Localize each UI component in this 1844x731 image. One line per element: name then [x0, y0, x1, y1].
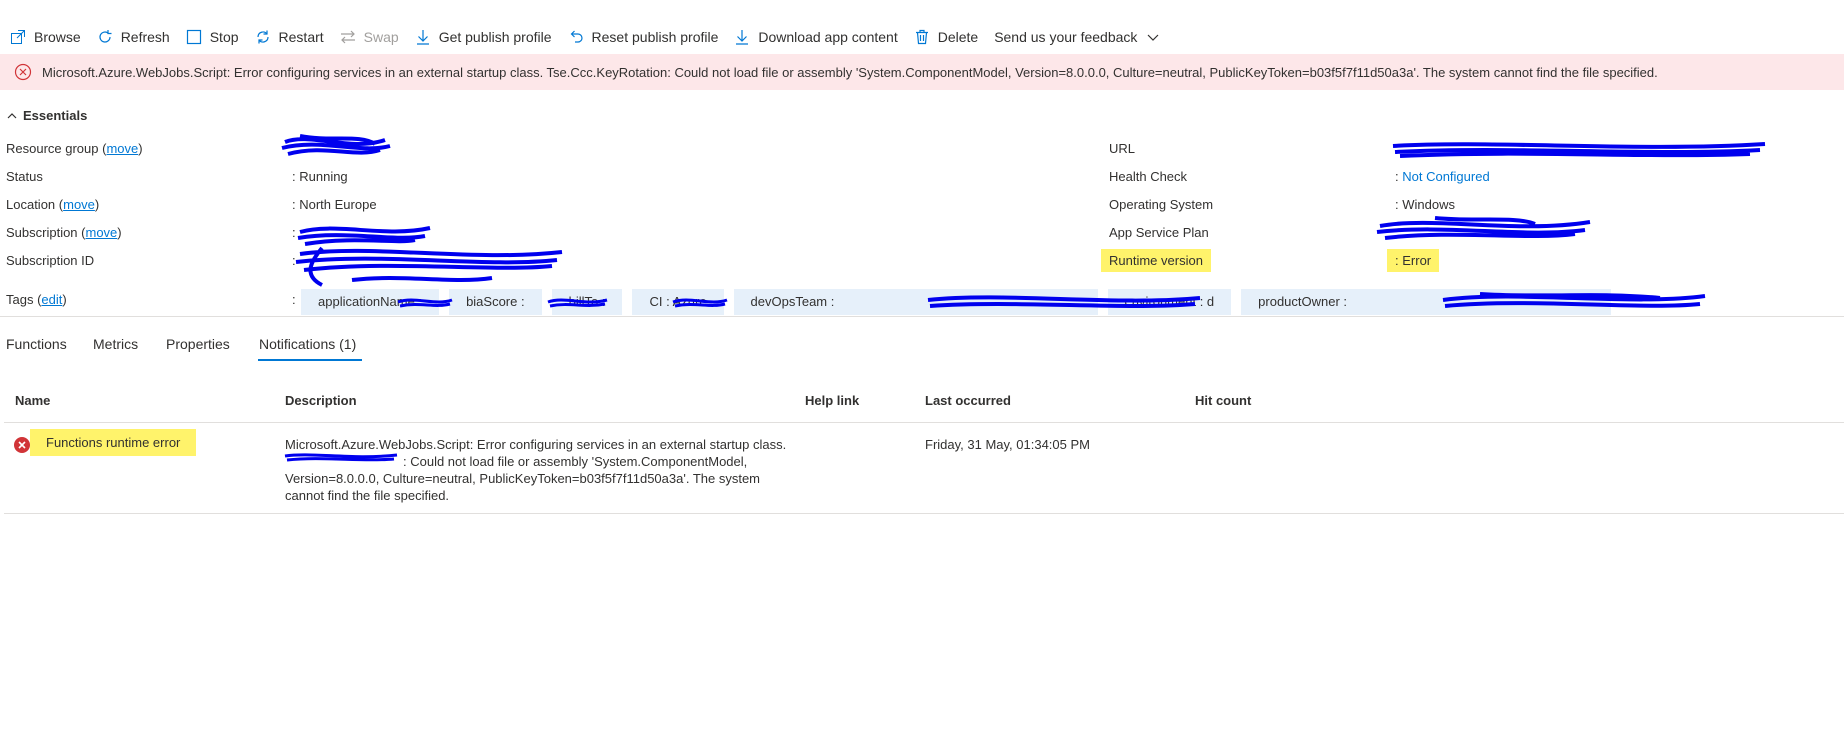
- resource-group-label-text: Resource group: [6, 141, 99, 156]
- status-value-text: Running: [299, 169, 348, 184]
- essentials-divider: [0, 316, 1844, 317]
- chevron-up-icon: [7, 112, 17, 118]
- get-publish-profile-button[interactable]: Get publish profile: [415, 29, 552, 45]
- download-app-content-button[interactable]: Download app content: [734, 29, 898, 45]
- stop-button[interactable]: Stop: [186, 29, 239, 45]
- description-line-2: : Could not load file or assembly 'Syste…: [403, 454, 748, 469]
- col-header-description[interactable]: Description: [285, 393, 357, 408]
- tag-bia-score: biaScore :: [449, 289, 542, 315]
- tags-label: Tags (edit): [6, 292, 67, 307]
- tab-notifications[interactable]: Notifications (1): [259, 336, 356, 352]
- error-banner: Microsoft.Azure.WebJobs.Script: Error co…: [0, 54, 1844, 90]
- swap-label: Swap: [363, 29, 399, 45]
- status-value: : Running: [292, 169, 348, 184]
- resource-group-label: Resource group (move): [6, 141, 143, 156]
- tab-metrics[interactable]: Metrics: [93, 336, 138, 352]
- table-row-divider: [4, 513, 1844, 514]
- trash-icon: [915, 29, 928, 45]
- error-status-icon: [14, 437, 30, 453]
- health-check-label: Health Check: [1109, 169, 1188, 184]
- get-publish-profile-label: Get publish profile: [438, 29, 552, 45]
- active-tab-indicator: [258, 359, 362, 361]
- tags-label-text: Tags: [6, 292, 34, 307]
- table-row[interactable]: [4, 423, 1844, 513]
- operating-system-label: Operating System: [1109, 197, 1214, 212]
- chevron-down-icon: [1147, 34, 1159, 41]
- col-header-last-occurred[interactable]: Last occurred: [925, 393, 1011, 408]
- health-check-link[interactable]: Not Configured: [1402, 169, 1489, 184]
- runtime-version-label: Runtime version: [1101, 249, 1211, 272]
- tab-properties[interactable]: Properties: [166, 336, 230, 352]
- status-label: Status: [6, 169, 43, 184]
- redaction-scribble: [1376, 216, 1591, 240]
- subscription-move-link[interactable]: move: [86, 225, 118, 240]
- swap-icon: [340, 30, 355, 44]
- redaction-scribble: [547, 298, 608, 308]
- browse-label: Browse: [34, 29, 81, 45]
- notification-description: Microsoft.Azure.WebJobs.Script: Error co…: [285, 436, 805, 504]
- refresh-label: Refresh: [120, 29, 170, 45]
- refresh-button[interactable]: Refresh: [97, 29, 170, 45]
- description-line-4: cannot find the file specified.: [285, 488, 450, 503]
- redaction-scribble: [1442, 292, 1706, 308]
- undo-icon: [570, 30, 583, 43]
- location-value: : North Europe: [292, 197, 377, 212]
- redaction-scribble: [1392, 142, 1766, 158]
- location-label: Location (move): [6, 197, 100, 212]
- tab-functions[interactable]: Functions: [6, 336, 67, 352]
- tags-edit-link[interactable]: edit: [41, 292, 62, 307]
- redaction-scribble: [295, 246, 563, 287]
- location-value-text: North Europe: [299, 197, 377, 212]
- redaction-scribble: [672, 298, 728, 308]
- restart-icon: [256, 30, 269, 44]
- notification-last-occurred: Friday, 31 May, 01:34:05 PM: [925, 437, 1090, 452]
- error-banner-message: Microsoft.Azure.WebJobs.Script: Error co…: [42, 64, 1658, 80]
- browse-icon: [11, 30, 25, 44]
- operating-system-value-text: Windows: [1402, 197, 1455, 212]
- essentials-toggle[interactable]: Essentials: [6, 108, 87, 123]
- feedback-button[interactable]: Send us your feedback: [994, 29, 1161, 45]
- runtime-version-value: : Error: [1387, 249, 1440, 272]
- restart-label: Restart: [278, 29, 324, 45]
- delete-button[interactable]: Delete: [914, 29, 978, 45]
- url-label: URL: [1109, 141, 1136, 156]
- health-check-value: : Not Configured: [1395, 169, 1490, 184]
- app-service-plan-label: App Service Plan: [1109, 225, 1209, 240]
- refresh-icon: [99, 30, 112, 43]
- location-move-link[interactable]: move: [63, 197, 95, 212]
- reset-publish-profile-label: Reset publish profile: [591, 29, 719, 45]
- download-icon: [736, 30, 749, 45]
- delete-label: Delete: [937, 29, 979, 45]
- subscription-id-label: Subscription ID: [6, 253, 95, 268]
- col-header-hit-count[interactable]: Hit count: [1195, 393, 1251, 408]
- tags-value-colon: :: [292, 292, 296, 307]
- restart-button[interactable]: Restart: [255, 29, 324, 45]
- col-header-name[interactable]: Name: [15, 393, 50, 408]
- redaction-scribble: [397, 298, 453, 308]
- subscription-label: Subscription (move): [6, 225, 122, 240]
- location-label-text: Location: [6, 197, 56, 212]
- subscription-label-text: Subscription: [6, 225, 78, 240]
- description-line-3: Version=8.0.0.0, Culture=neutral, Public…: [285, 471, 761, 486]
- command-bar: Browse Refresh Stop Restart Swap Get pub…: [0, 18, 1844, 56]
- browse-button[interactable]: Browse: [10, 29, 81, 45]
- reset-publish-profile-button[interactable]: Reset publish profile: [568, 29, 719, 45]
- feedback-label: Send us your feedback: [994, 29, 1138, 45]
- download-icon: [416, 30, 429, 45]
- col-header-help-link[interactable]: Help link: [805, 393, 859, 408]
- swap-button[interactable]: Swap: [340, 29, 399, 45]
- redaction-scribble: [281, 134, 391, 156]
- stop-icon: [186, 29, 201, 45]
- notification-name[interactable]: Functions runtime error: [30, 429, 197, 456]
- essentials-title: Essentials: [23, 108, 88, 123]
- stop-label: Stop: [209, 29, 239, 45]
- error-circle-icon: [14, 63, 32, 81]
- description-line-1: Microsoft.Azure.WebJobs.Script: Error co…: [285, 437, 787, 452]
- download-app-content-label: Download app content: [758, 29, 898, 45]
- runtime-version-value-text: Error: [1402, 253, 1432, 268]
- operating-system-value: : Windows: [1395, 197, 1455, 212]
- resource-group-move-link[interactable]: move: [106, 141, 138, 156]
- redaction-scribble: [927, 295, 1201, 308]
